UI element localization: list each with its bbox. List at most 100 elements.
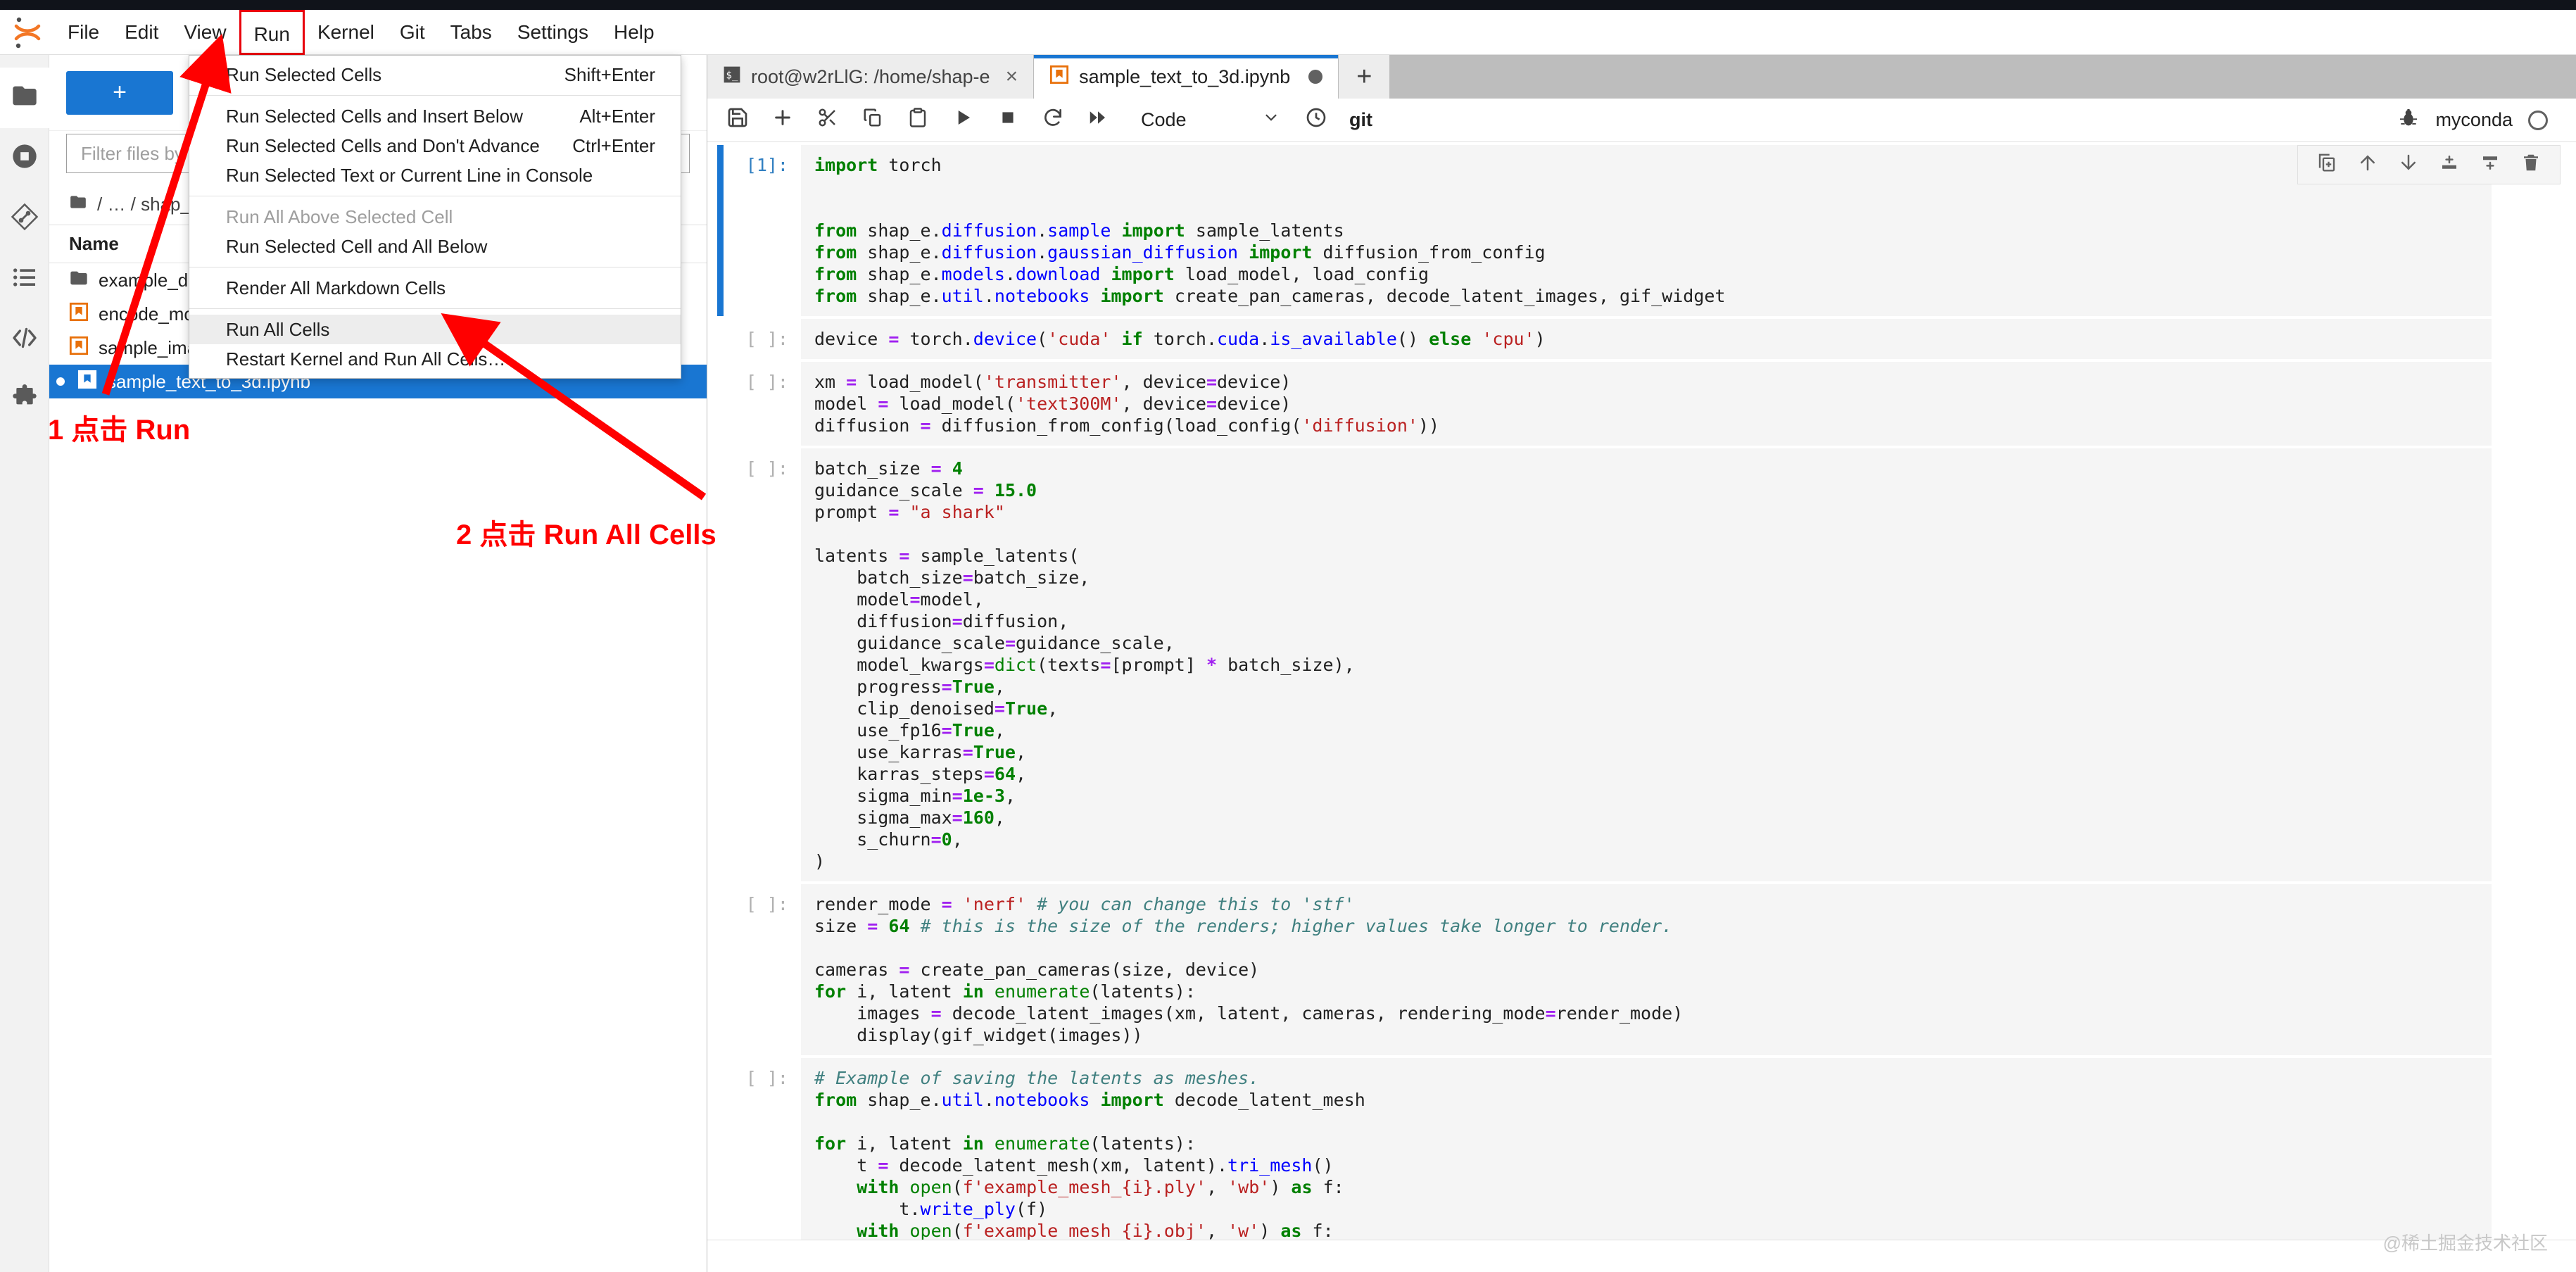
code-icon: [11, 324, 39, 357]
kernel-name-label[interactable]: myconda: [2435, 109, 2513, 131]
notebook-toolbar: Code git myconda: [707, 99, 2576, 142]
sidebar-item-git[interactable]: [0, 189, 49, 249]
run-menu-item[interactable]: Run Selected Cell and All Below: [189, 232, 681, 261]
notebook-cell[interactable]: [1]: import torch from shap_e.diffusion.s…: [707, 142, 2576, 316]
notebook-icon: [69, 336, 89, 360]
notebook-cell-area[interactable]: [1]: import torch from shap_e.diffusion.s…: [707, 142, 2576, 1272]
run-menu-item-label: Run Selected Text or Current Line in Con…: [226, 164, 593, 186]
copy-cell-button[interactable]: [852, 100, 893, 141]
cell-source-code[interactable]: # Example of saving the latents as meshe…: [814, 1067, 2491, 1264]
cell-source-code[interactable]: device = torch.device('cuda' if torch.cu…: [814, 328, 2491, 350]
sidebar-item-extension-mgr[interactable]: [0, 370, 49, 431]
cell-source-code[interactable]: xm = load_model('transmitter', device=de…: [814, 371, 2491, 436]
paste-icon: [907, 107, 928, 133]
restart-kernel-button[interactable]: [1033, 100, 1073, 141]
menu-separator: [189, 308, 681, 309]
breadcrumb-home-icon[interactable]: [69, 193, 87, 216]
move-cell-up-button[interactable]: [2357, 152, 2378, 178]
run-menu-item-shortcut: Alt+Enter: [579, 105, 655, 127]
tab[interactable]: sample_text_to_3d.ipynb: [1034, 55, 1339, 99]
notebook-icon: [1049, 65, 1069, 89]
plus-icon: [771, 106, 794, 134]
cell-source-code[interactable]: batch_size = 4 guidance_scale = 15.0 pro…: [814, 458, 2491, 872]
cell-type-select[interactable]: Code: [1130, 102, 1292, 139]
run-menu-dropdown[interactable]: Run Selected Cells Shift+Enter Run Selecte…: [189, 55, 681, 379]
run-menu-item[interactable]: Run Selected Cells and Don't Advance Ctrl…: [189, 131, 681, 160]
menu-help[interactable]: Help: [601, 10, 667, 55]
cell-active-indicator: [717, 145, 724, 316]
kernel-idle-circle-icon[interactable]: [2528, 110, 2548, 130]
run-menu-item[interactable]: Run Selected Cells and Insert Below Alt+E…: [189, 101, 681, 131]
menu-kernel[interactable]: Kernel: [305, 10, 387, 55]
bug-icon[interactable]: [2397, 106, 2420, 134]
insert-cell-below-button[interactable]: [2480, 152, 2501, 178]
tab[interactable]: $_ root@w2rLlG: /home/shap-e ×: [707, 55, 1035, 99]
insert-cell-button[interactable]: [762, 100, 803, 141]
interrupt-kernel-button[interactable]: [987, 100, 1028, 141]
menu-file[interactable]: File: [55, 10, 112, 55]
menu-run[interactable]: Run: [239, 9, 305, 55]
stop-icon: [999, 108, 1017, 132]
delete-cell-button[interactable]: [2520, 152, 2542, 178]
cell-editor[interactable]: render_mode = 'nerf' # you can change th…: [801, 884, 2492, 1055]
run-menu-item-label: Run Selected Cells and Don't Advance: [226, 134, 540, 156]
cell-execution-prompt: [ ]:: [745, 894, 788, 914]
sidebar-item-toc[interactable]: [0, 249, 49, 310]
command-history-button[interactable]: [1296, 100, 1337, 141]
status-bar: [707, 1240, 2576, 1272]
run-menu-item[interactable]: Render All Markdown Cells: [189, 273, 681, 303]
cell-editor[interactable]: batch_size = 4 guidance_scale = 15.0 pro…: [801, 448, 2492, 881]
cell-editor[interactable]: xm = load_model('transmitter', device=de…: [801, 362, 2492, 446]
restart-run-all-button[interactable]: [1078, 100, 1118, 141]
duplicate-cell-button[interactable]: [2316, 152, 2337, 178]
cell-execution-prompt: [ ]:: [745, 329, 788, 349]
menu-edit[interactable]: Edit: [112, 10, 171, 55]
cut-cell-button[interactable]: [807, 100, 848, 141]
menu-git[interactable]: Git: [387, 10, 438, 55]
save-button[interactable]: [717, 100, 758, 141]
cell-editor[interactable]: import torch from shap_e.diffusion.sampl…: [801, 145, 2492, 316]
tab-bar: $_ root@w2rLlG: /home/shap-e × sample_text_…: [707, 55, 2576, 99]
cell-source-code[interactable]: render_mode = 'nerf' # you can change th…: [814, 893, 2491, 1046]
close-icon[interactable]: ×: [1006, 65, 1018, 89]
run-menu-item[interactable]: Run Selected Text or Current Line in Con…: [189, 160, 681, 190]
notebook-cell[interactable]: [ ]: batch_size = 4 guidance_scale = 15.0…: [707, 446, 2576, 881]
main-dock-area: $_ root@w2rLlG: /home/shap-e × sample_text_…: [707, 55, 2576, 1272]
unsaved-dot-icon[interactable]: [1308, 70, 1323, 84]
notebook-cell[interactable]: [ ]: render_mode = 'nerf' # you can chang…: [707, 881, 2576, 1055]
notebook-cell[interactable]: [ ]: xm = load_model('transmitter', devic…: [707, 359, 2576, 446]
sidebar-item-extensions[interactable]: [0, 310, 49, 370]
notebook-icon: [69, 302, 89, 327]
insert-cell-above-button[interactable]: [2439, 152, 2460, 178]
folder-icon: [11, 82, 39, 115]
menu-view[interactable]: View: [171, 10, 239, 55]
cell-editor[interactable]: device = torch.device('cuda' if torch.cu…: [801, 319, 2492, 359]
new-launcher-button[interactable]: +: [66, 70, 173, 115]
run-menu-item-label: Run Selected Cell and All Below: [226, 235, 488, 257]
sidebar-item-file-browser[interactable]: [0, 68, 49, 128]
run-menu-item-label: Run Selected Cells and Insert Below: [226, 105, 524, 127]
list-icon: [11, 263, 39, 296]
menu-settings[interactable]: Settings: [505, 10, 601, 55]
sidebar-item-running[interactable]: [0, 128, 49, 189]
move-cell-down-button[interactable]: [2398, 152, 2419, 178]
run-menu-item[interactable]: Run Selected Cells Shift+Enter: [189, 60, 681, 89]
paste-cell-button[interactable]: [897, 100, 938, 141]
run-cell-button[interactable]: [942, 100, 983, 141]
browser-chrome-strip: [0, 0, 2576, 10]
cell-source-code[interactable]: import torch from shap_e.diffusion.sampl…: [814, 154, 2491, 307]
git-toolbar-label[interactable]: git: [1349, 109, 1372, 131]
git-icon: [11, 203, 39, 236]
tab-label: root@w2rLlG: /home/shap-e: [751, 65, 990, 87]
annotation-step-1: 1 点击 Run: [48, 415, 191, 446]
breadcrumb-segments[interactable]: / … / shap_e: [97, 194, 201, 215]
new-tab-button[interactable]: +: [1339, 55, 1390, 99]
notebook-cell[interactable]: [ ]: device = torch.device('cuda' if torc…: [707, 316, 2576, 359]
copy-icon: [862, 107, 883, 133]
run-menu-item[interactable]: Restart Kernel and Run All Cells…: [189, 344, 681, 374]
menu-tabs[interactable]: Tabs: [438, 10, 505, 55]
cell-active-indicator: [717, 448, 724, 881]
cell-type-value: Code: [1141, 109, 1187, 130]
cell-execution-prompt: [ ]:: [745, 458, 788, 479]
run-menu-item[interactable]: Run All Cells: [189, 315, 681, 344]
